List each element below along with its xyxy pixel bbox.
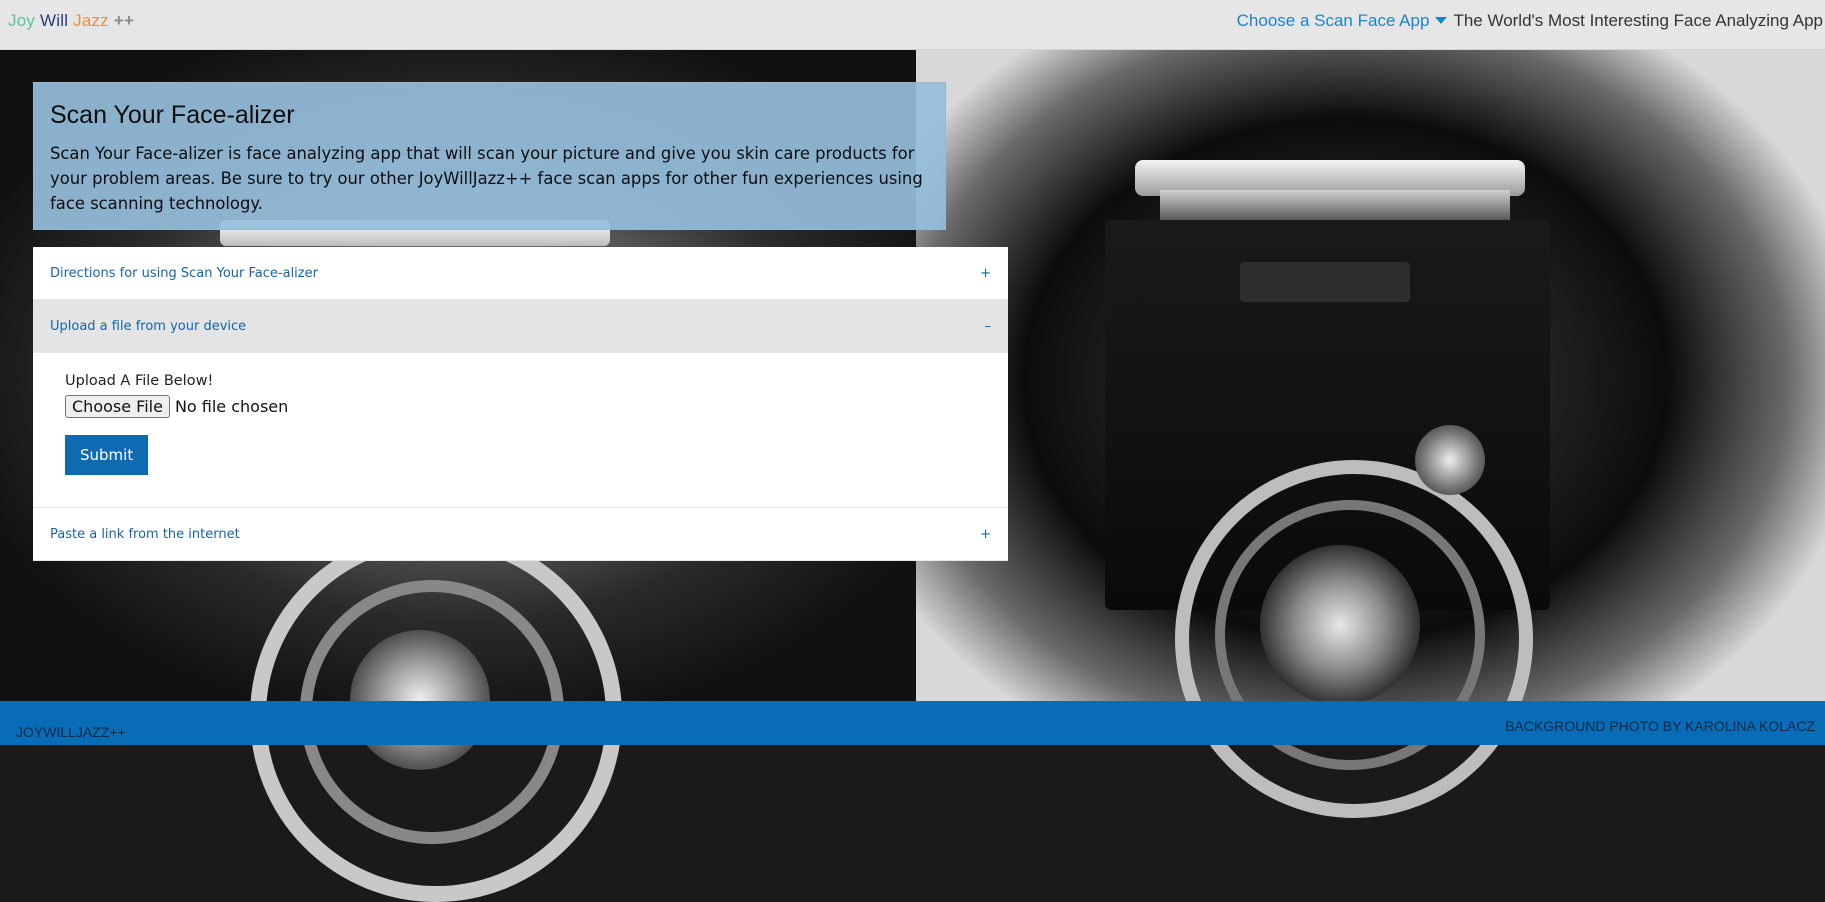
footer: JOYWILLJAZZ++ BACKGROUND PHOTO BY KAROLI… xyxy=(0,701,1825,745)
file-input[interactable]: Choose File No file chosen xyxy=(65,395,976,418)
camera-lens-glass xyxy=(1260,545,1420,705)
scan-app-dropdown-label: Choose a Scan Face App xyxy=(1236,11,1430,30)
accordion-title: Upload a file from your device xyxy=(50,318,247,334)
page-title: Scan Your Face-alizer xyxy=(50,101,295,129)
minus-icon: – xyxy=(984,318,992,334)
upload-label: Upload A File Below! xyxy=(65,373,214,389)
choose-file-button[interactable]: Choose File xyxy=(65,395,170,418)
scan-app-dropdown[interactable]: Choose a Scan Face App xyxy=(1237,11,1454,30)
brand-part-jazz: Jazz xyxy=(73,11,109,30)
page-description: Scan Your Face-alizer is face analyzing … xyxy=(50,144,923,213)
upload-accordion: Directions for using Scan Your Face-aliz… xyxy=(33,247,1008,561)
camera-knob xyxy=(1415,425,1485,495)
top-navigation: Joy Will Jazz ++ Choose a Scan Face App T… xyxy=(0,0,1825,50)
camera-top-shadow xyxy=(1160,190,1510,220)
file-status: No file chosen xyxy=(174,397,289,416)
brand-part-plusplus: ++ xyxy=(113,11,135,30)
brand-logo[interactable]: Joy Will Jazz ++ xyxy=(8,11,134,31)
footer-brand: JOYWILLJAZZ++ xyxy=(16,724,126,740)
left-lens-glass xyxy=(350,630,490,770)
nav-right: Choose a Scan Face App The World's Most I… xyxy=(1237,11,1823,31)
photo-credit: BACKGROUND PHOTO BY KAROLINA KOLACZ xyxy=(1505,718,1815,734)
submit-button[interactable]: Submit xyxy=(65,435,149,475)
accordion-item-directions[interactable]: Directions for using Scan Your Face-aliz… xyxy=(33,247,1008,300)
accordion-title: Paste a link from the internet xyxy=(50,526,240,542)
accordion-title: Directions for using Scan Your Face-aliz… xyxy=(50,265,318,281)
upload-panel: Upload A File Below! Choose File No file… xyxy=(33,353,1008,508)
camera-label xyxy=(1240,262,1410,302)
hero-callout: Scan Your Face-alizer Scan Your Face-ali… xyxy=(33,82,946,230)
plus-icon: + xyxy=(980,526,991,542)
accordion-item-upload[interactable]: Upload a file from your device – xyxy=(33,300,1008,353)
caret-down-icon xyxy=(1435,17,1448,25)
brand-part-will: Will xyxy=(40,11,69,30)
accordion-item-paste-link[interactable]: Paste a link from the internet + xyxy=(33,508,1008,561)
site-tagline: The World's Most Interesting Face Analyz… xyxy=(1453,11,1823,30)
brand-part-joy: Joy xyxy=(8,11,36,30)
plus-icon: + xyxy=(980,265,991,281)
